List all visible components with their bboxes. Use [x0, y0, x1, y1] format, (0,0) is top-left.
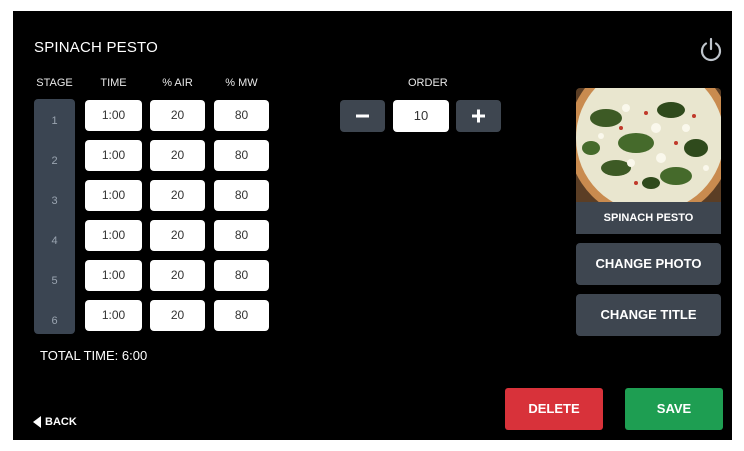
stage-column: 1 2 3 4 5 6 [34, 99, 75, 334]
mw-input[interactable]: 80 [214, 180, 269, 211]
plus-icon [472, 109, 485, 123]
order-value[interactable]: 10 [393, 100, 449, 132]
time-input[interactable]: 1:00 [85, 100, 142, 131]
change-title-button[interactable]: CHANGE TITLE [576, 294, 721, 336]
recipe-photo [576, 88, 721, 202]
mw-input[interactable]: 80 [214, 140, 269, 171]
stage-number: 2 [51, 155, 58, 167]
minus-icon [356, 114, 369, 118]
order-decrement-button[interactable] [340, 100, 385, 132]
stage-number: 5 [51, 275, 58, 287]
stage-number: 4 [51, 235, 58, 247]
photo-title: SPINACH PESTO [576, 202, 721, 234]
air-input[interactable]: 20 [150, 260, 205, 291]
back-triangle-icon [33, 416, 41, 428]
time-input[interactable]: 1:00 [85, 260, 142, 291]
save-button[interactable]: SAVE [625, 388, 723, 430]
header-time: TIME [100, 77, 127, 89]
stage-number: 6 [51, 315, 58, 327]
air-input[interactable]: 20 [150, 100, 205, 131]
header-stage: STAGE [36, 77, 73, 89]
mw-input[interactable]: 80 [214, 220, 269, 251]
change-photo-button[interactable]: CHANGE PHOTO [576, 243, 721, 285]
time-input[interactable]: 1:00 [85, 140, 142, 171]
header-air: % AIR [162, 77, 193, 89]
air-input[interactable]: 20 [150, 180, 205, 211]
air-input[interactable]: 20 [150, 300, 205, 331]
mw-input[interactable]: 80 [214, 300, 269, 331]
page-title: SPINACH PESTO [34, 39, 159, 56]
stage-number: 1 [51, 115, 58, 127]
stage-number: 3 [51, 195, 58, 207]
time-input[interactable]: 1:00 [85, 300, 142, 331]
mw-input[interactable]: 80 [214, 260, 269, 291]
oven-screen: SPINACH PESTO STAGE TIME % AIR % MW 1 2 … [13, 11, 732, 440]
air-input[interactable]: 20 [150, 220, 205, 251]
mw-input[interactable]: 80 [214, 100, 269, 131]
order-label: ORDER [408, 77, 448, 89]
header-mw: % MW [225, 77, 258, 89]
delete-button[interactable]: DELETE [505, 388, 603, 430]
total-time: TOTAL TIME: 6:00 [40, 348, 148, 363]
power-icon[interactable] [697, 36, 725, 64]
time-input[interactable]: 1:00 [85, 180, 142, 211]
time-input[interactable]: 1:00 [85, 220, 142, 251]
air-input[interactable]: 20 [150, 140, 205, 171]
pizza-image [576, 88, 721, 202]
order-increment-button[interactable] [456, 100, 501, 132]
back-label: BACK [45, 416, 77, 428]
back-button[interactable]: BACK [33, 416, 77, 428]
